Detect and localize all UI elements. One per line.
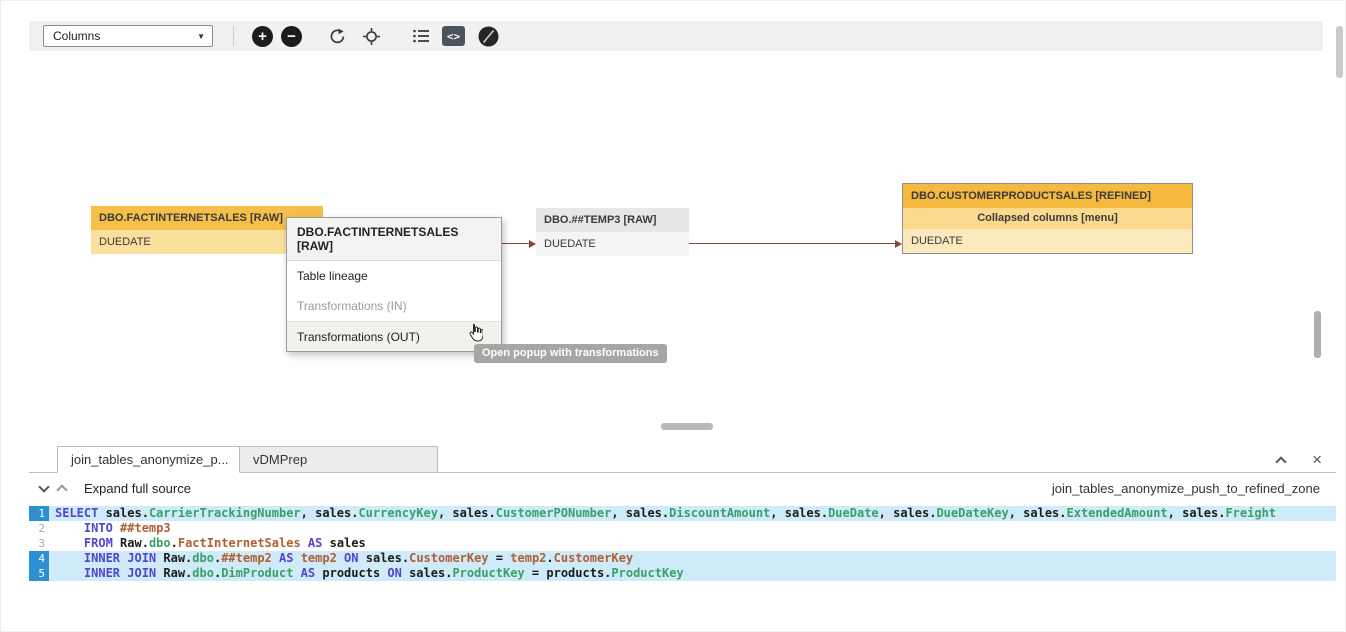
columns-dropdown-value: Columns (53, 29, 100, 43)
tab-join-tables-anonymize[interactable]: join_tables_anonymize_p... (57, 446, 240, 473)
source-tab-bar: join_tables_anonymize_p... vDMPrep × (29, 444, 1336, 473)
table-node-title: DBO.##TEMP3 [RAW] (536, 208, 689, 232)
zoom-out-button[interactable]: − (281, 26, 302, 47)
line-number: 2 (29, 521, 49, 536)
chevron-up-icon (1275, 456, 1286, 467)
lineage-arrow (689, 243, 895, 244)
code-line-text: INNER JOIN Raw.dbo.DimProduct AS product… (49, 566, 684, 581)
code-line-text: FROM Raw.dbo.FactInternetSales AS sales (49, 536, 366, 551)
horizontal-scrollbar-thumb[interactable] (661, 423, 713, 430)
collapse-source-up-button[interactable] (53, 482, 71, 494)
contrast-button[interactable] (477, 25, 499, 47)
context-menu-title: DBO.FACTINTERNETSALES [RAW] (287, 218, 501, 261)
code-line: 3 FROM Raw.dbo.FactInternetSales AS sale… (29, 536, 1336, 551)
toolbar-divider (233, 26, 234, 46)
table-node-temp3[interactable]: DBO.##TEMP3 [RAW] DUEDATE (536, 208, 689, 256)
code-line: 1SELECT sales.CarrierTrackingNumber, sal… (29, 506, 1336, 521)
line-number: 4 (29, 551, 49, 566)
app-window: Columns ▼ + − (0, 0, 1346, 632)
fit-to-screen-button[interactable] (360, 25, 382, 47)
plus-icon: + (258, 29, 267, 44)
columns-dropdown[interactable]: Columns ▼ (43, 25, 213, 47)
source-panel: join_tables_anonymize_p... vDMPrep × Exp… (29, 444, 1336, 632)
chevron-down-icon (38, 481, 49, 492)
zoom-in-button[interactable]: + (252, 26, 273, 47)
list-icon (413, 29, 429, 43)
tab-vdmprep[interactable]: vDMPrep (240, 446, 438, 473)
collapse-panel-button[interactable] (1272, 454, 1290, 466)
chevron-down-icon: ▼ (197, 32, 205, 41)
minus-icon: − (287, 29, 296, 44)
code-icon: <> (447, 30, 460, 43)
source-object-name: join_tables_anonymize_push_to_refined_zo… (1052, 481, 1320, 496)
code-line-text: INTO ##temp3 (49, 521, 171, 536)
sql-code: 1SELECT sales.CarrierTrackingNumber, sal… (29, 506, 1336, 581)
close-panel-button[interactable]: × (1312, 451, 1322, 468)
chevron-up-icon (56, 484, 67, 495)
page-scrollbar-thumb[interactable] (1336, 26, 1343, 78)
code-line-text: SELECT sales.CarrierTrackingNumber, sale… (49, 506, 1276, 521)
line-number: 3 (29, 536, 49, 551)
list-view-button[interactable] (410, 25, 432, 47)
diagram-toolbar: Columns ▼ + − (29, 21, 1323, 51)
code-view-button[interactable]: <> (442, 26, 465, 46)
table-node-title: DBO.CUSTOMERPRODUCTSALES [REFINED] (903, 184, 1192, 208)
refresh-icon (329, 28, 346, 45)
table-node-column[interactable]: DUEDATE (903, 229, 1192, 253)
line-number: 5 (29, 566, 49, 581)
collapsed-columns-row[interactable]: Collapsed columns [menu] (903, 208, 1192, 229)
lineage-diagram: DBO.FACTINTERNETSALES [RAW] DUEDATE DBO.… (29, 51, 1323, 444)
crosshair-icon (363, 28, 380, 45)
diagram-scrollbar-thumb[interactable] (1314, 311, 1321, 358)
refresh-button[interactable] (326, 25, 348, 47)
hand-cursor-icon (467, 323, 483, 348)
contrast-icon (478, 26, 499, 47)
expand-full-source-label[interactable]: Expand full source (84, 481, 191, 496)
expand-source-down-button[interactable] (35, 486, 53, 491)
table-node-customerproductsales[interactable]: DBO.CUSTOMERPRODUCTSALES [REFINED] Colla… (902, 183, 1193, 254)
source-header: Expand full source join_tables_anonymize… (29, 473, 1336, 503)
code-line-text: INNER JOIN Raw.dbo.##temp2 AS temp2 ON s… (49, 551, 633, 566)
line-number: 1 (29, 506, 49, 521)
action-tooltip: Open popup with transformations (474, 344, 667, 363)
code-line: 5 INNER JOIN Raw.dbo.DimProduct AS produ… (29, 566, 1336, 581)
menu-item-table-lineage[interactable]: Table lineage (287, 261, 501, 291)
code-line: 2 INTO ##temp3 (29, 521, 1336, 536)
table-node-column[interactable]: DUEDATE (536, 232, 689, 256)
code-line: 4 INNER JOIN Raw.dbo.##temp2 AS temp2 ON… (29, 551, 1336, 566)
menu-item-transformations-in: Transformations (IN) (287, 291, 501, 321)
